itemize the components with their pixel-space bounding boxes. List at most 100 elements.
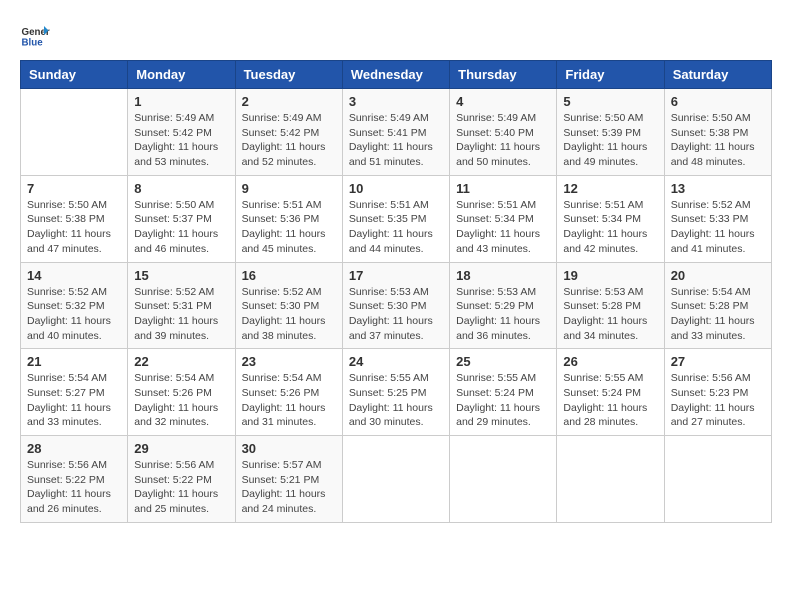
- day-number: 14: [27, 268, 121, 283]
- day-number: 10: [349, 181, 443, 196]
- day-info: Sunrise: 5:56 AM Sunset: 5:23 PM Dayligh…: [671, 371, 765, 430]
- day-number: 25: [456, 354, 550, 369]
- day-number: 27: [671, 354, 765, 369]
- day-info: Sunrise: 5:56 AM Sunset: 5:22 PM Dayligh…: [134, 458, 228, 517]
- calendar-cell: 29Sunrise: 5:56 AM Sunset: 5:22 PM Dayli…: [128, 436, 235, 523]
- calendar-cell: 24 Sunrise: 5:55 AM Sunset: 5:25 PM Dayli…: [342, 349, 449, 436]
- day-number: 18: [456, 268, 550, 283]
- calendar-cell: 15 Sunrise: 5:52 AM Sunset: 5:31 PM Dayli…: [128, 262, 235, 349]
- weekday-header-row: SundayMondayTuesdayWednesdayThursdayFrid…: [21, 61, 772, 89]
- day-info: Sunrise: 5:49 AM Sunset: 5:42 PM Dayligh…: [134, 111, 228, 170]
- day-info: Sunrise: 5:49 AM Sunset: 5:42 PM Dayligh…: [242, 111, 336, 170]
- day-number: 1: [134, 94, 228, 109]
- calendar-cell: 5 Sunrise: 5:50 AM Sunset: 5:39 PM Daylig…: [557, 89, 664, 176]
- day-info: Sunrise: 5:55 AM Sunset: 5:25 PM Dayligh…: [349, 371, 443, 430]
- day-info: Sunrise: 5:52 AM Sunset: 5:33 PM Dayligh…: [671, 198, 765, 257]
- weekday-header-tuesday: Tuesday: [235, 61, 342, 89]
- day-info: Sunrise: 5:50 AM Sunset: 5:38 PM Dayligh…: [27, 198, 121, 257]
- weekday-header-wednesday: Wednesday: [342, 61, 449, 89]
- calendar-cell: [557, 436, 664, 523]
- day-number: 19: [563, 268, 657, 283]
- day-info: Sunrise: 5:49 AM Sunset: 5:41 PM Dayligh…: [349, 111, 443, 170]
- calendar-cell: 17 Sunrise: 5:53 AM Sunset: 5:30 PM Dayli…: [342, 262, 449, 349]
- calendar-cell: 7Sunrise: 5:50 AM Sunset: 5:38 PM Daylig…: [21, 175, 128, 262]
- calendar-cell: 19 Sunrise: 5:53 AM Sunset: 5:28 PM Dayli…: [557, 262, 664, 349]
- day-number: 8: [134, 181, 228, 196]
- day-number: 24: [349, 354, 443, 369]
- day-number: 5: [563, 94, 657, 109]
- calendar-cell: 13 Sunrise: 5:52 AM Sunset: 5:33 PM Dayli…: [664, 175, 771, 262]
- calendar-cell: 22Sunrise: 5:54 AM Sunset: 5:26 PM Dayli…: [128, 349, 235, 436]
- calendar-cell: 1 Sunrise: 5:49 AM Sunset: 5:42 PM Daylig…: [128, 89, 235, 176]
- day-number: 4: [456, 94, 550, 109]
- calendar-cell: 18 Sunrise: 5:53 AM Sunset: 5:29 PM Dayli…: [450, 262, 557, 349]
- calendar-cell: [21, 89, 128, 176]
- calendar-cell: 12 Sunrise: 5:51 AM Sunset: 5:34 PM Dayli…: [557, 175, 664, 262]
- day-info: Sunrise: 5:53 AM Sunset: 5:30 PM Dayligh…: [349, 285, 443, 344]
- day-info: Sunrise: 5:54 AM Sunset: 5:27 PM Dayligh…: [27, 371, 121, 430]
- calendar-cell: [342, 436, 449, 523]
- day-number: 21: [27, 354, 121, 369]
- day-info: Sunrise: 5:50 AM Sunset: 5:37 PM Dayligh…: [134, 198, 228, 257]
- calendar-cell: 2 Sunrise: 5:49 AM Sunset: 5:42 PM Daylig…: [235, 89, 342, 176]
- day-info: Sunrise: 5:51 AM Sunset: 5:34 PM Dayligh…: [563, 198, 657, 257]
- day-number: 12: [563, 181, 657, 196]
- calendar-cell: 11 Sunrise: 5:51 AM Sunset: 5:34 PM Dayli…: [450, 175, 557, 262]
- calendar-cell: 16 Sunrise: 5:52 AM Sunset: 5:30 PM Dayli…: [235, 262, 342, 349]
- day-number: 26: [563, 354, 657, 369]
- day-number: 6: [671, 94, 765, 109]
- day-number: 11: [456, 181, 550, 196]
- day-info: Sunrise: 5:51 AM Sunset: 5:36 PM Dayligh…: [242, 198, 336, 257]
- calendar-cell: 10 Sunrise: 5:51 AM Sunset: 5:35 PM Dayli…: [342, 175, 449, 262]
- calendar-cell: 6Sunrise: 5:50 AM Sunset: 5:38 PM Daylig…: [664, 89, 771, 176]
- day-info: Sunrise: 5:57 AM Sunset: 5:21 PM Dayligh…: [242, 458, 336, 517]
- day-info: Sunrise: 5:53 AM Sunset: 5:28 PM Dayligh…: [563, 285, 657, 344]
- calendar-week-row: 7Sunrise: 5:50 AM Sunset: 5:38 PM Daylig…: [21, 175, 772, 262]
- calendar-table: SundayMondayTuesdayWednesdayThursdayFrid…: [20, 60, 772, 523]
- calendar-cell: 20 Sunrise: 5:54 AM Sunset: 5:28 PM Dayli…: [664, 262, 771, 349]
- calendar-cell: [664, 436, 771, 523]
- day-number: 22: [134, 354, 228, 369]
- day-info: Sunrise: 5:55 AM Sunset: 5:24 PM Dayligh…: [563, 371, 657, 430]
- day-number: 20: [671, 268, 765, 283]
- day-number: 28: [27, 441, 121, 456]
- weekday-header-thursday: Thursday: [450, 61, 557, 89]
- day-info: Sunrise: 5:52 AM Sunset: 5:32 PM Dayligh…: [27, 285, 121, 344]
- day-number: 13: [671, 181, 765, 196]
- calendar-week-row: 1 Sunrise: 5:49 AM Sunset: 5:42 PM Daylig…: [21, 89, 772, 176]
- day-info: Sunrise: 5:49 AM Sunset: 5:40 PM Dayligh…: [456, 111, 550, 170]
- day-number: 2: [242, 94, 336, 109]
- logo-icon: General Blue: [20, 20, 50, 50]
- day-info: Sunrise: 5:51 AM Sunset: 5:35 PM Dayligh…: [349, 198, 443, 257]
- day-number: 15: [134, 268, 228, 283]
- day-info: Sunrise: 5:52 AM Sunset: 5:31 PM Dayligh…: [134, 285, 228, 344]
- svg-text:Blue: Blue: [22, 38, 44, 49]
- day-number: 17: [349, 268, 443, 283]
- day-info: Sunrise: 5:51 AM Sunset: 5:34 PM Dayligh…: [456, 198, 550, 257]
- calendar-cell: 4 Sunrise: 5:49 AM Sunset: 5:40 PM Daylig…: [450, 89, 557, 176]
- weekday-header-saturday: Saturday: [664, 61, 771, 89]
- calendar-cell: 9 Sunrise: 5:51 AM Sunset: 5:36 PM Daylig…: [235, 175, 342, 262]
- calendar-cell: 28 Sunrise: 5:56 AM Sunset: 5:22 PM Dayli…: [21, 436, 128, 523]
- calendar-cell: 30Sunrise: 5:57 AM Sunset: 5:21 PM Dayli…: [235, 436, 342, 523]
- day-info: Sunrise: 5:55 AM Sunset: 5:24 PM Dayligh…: [456, 371, 550, 430]
- day-info: Sunrise: 5:52 AM Sunset: 5:30 PM Dayligh…: [242, 285, 336, 344]
- day-number: 9: [242, 181, 336, 196]
- calendar-cell: [450, 436, 557, 523]
- day-info: Sunrise: 5:54 AM Sunset: 5:28 PM Dayligh…: [671, 285, 765, 344]
- calendar-cell: 14 Sunrise: 5:52 AM Sunset: 5:32 PM Dayli…: [21, 262, 128, 349]
- calendar-cell: 26 Sunrise: 5:55 AM Sunset: 5:24 PM Dayli…: [557, 349, 664, 436]
- day-info: Sunrise: 5:50 AM Sunset: 5:39 PM Dayligh…: [563, 111, 657, 170]
- calendar-cell: 25 Sunrise: 5:55 AM Sunset: 5:24 PM Dayli…: [450, 349, 557, 436]
- day-info: Sunrise: 5:53 AM Sunset: 5:29 PM Dayligh…: [456, 285, 550, 344]
- day-number: 16: [242, 268, 336, 283]
- day-info: Sunrise: 5:56 AM Sunset: 5:22 PM Dayligh…: [27, 458, 121, 517]
- calendar-cell: 23Sunrise: 5:54 AM Sunset: 5:26 PM Dayli…: [235, 349, 342, 436]
- calendar-cell: 8 Sunrise: 5:50 AM Sunset: 5:37 PM Daylig…: [128, 175, 235, 262]
- weekday-header-friday: Friday: [557, 61, 664, 89]
- day-number: 23: [242, 354, 336, 369]
- calendar-week-row: 28 Sunrise: 5:56 AM Sunset: 5:22 PM Dayli…: [21, 436, 772, 523]
- calendar-week-row: 21 Sunrise: 5:54 AM Sunset: 5:27 PM Dayli…: [21, 349, 772, 436]
- calendar-cell: 3Sunrise: 5:49 AM Sunset: 5:41 PM Daylig…: [342, 89, 449, 176]
- logo: General Blue: [20, 20, 50, 50]
